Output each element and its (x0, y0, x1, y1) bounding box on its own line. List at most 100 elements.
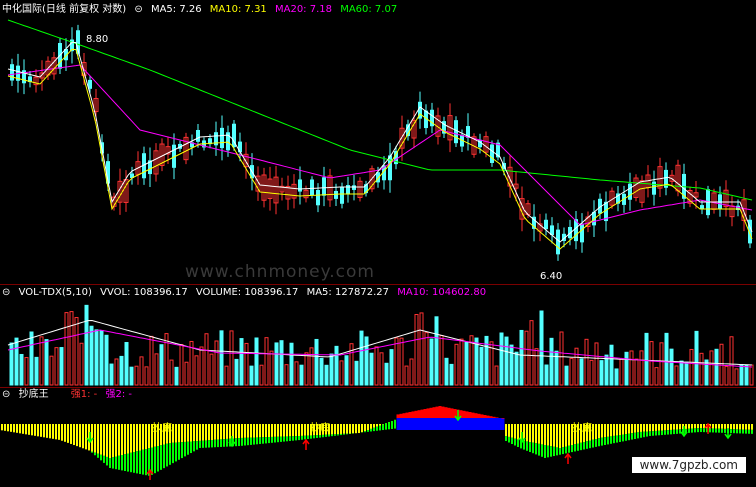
candle-down (196, 129, 200, 142)
candle-down (322, 177, 326, 196)
volume-bar (589, 359, 594, 386)
volume-bar (329, 353, 334, 386)
volume-bar (219, 330, 224, 386)
volume-bar (474, 337, 479, 386)
volume-bar (464, 341, 469, 386)
volume-bar (179, 344, 184, 386)
candle-down (340, 187, 344, 204)
volume-bar (424, 332, 429, 386)
volume-bar (319, 357, 324, 386)
volume-bar (569, 357, 574, 386)
volume-bar (429, 338, 434, 386)
volume-bar (194, 355, 199, 386)
volume-bar (609, 344, 614, 386)
indicator-panel[interactable]: ⊝ 抄底王 强1: - 强2: - 抄底 抄底 抄底 www.7gpzb.com (0, 388, 756, 487)
volume-bar (104, 334, 109, 386)
volume-bar (229, 330, 234, 386)
volume-bar (444, 357, 449, 386)
volume-bar (114, 358, 119, 386)
volume-bar (314, 338, 319, 386)
volume-bar (159, 344, 164, 386)
volume-bar (594, 342, 599, 386)
volume-bar (249, 365, 254, 386)
volume-bar (324, 364, 329, 386)
candle-down (10, 64, 14, 81)
volume-bar (224, 365, 229, 386)
volume-bar (379, 352, 384, 386)
candle-down (544, 219, 548, 230)
volume-bar (414, 314, 419, 386)
volume-bar (719, 343, 724, 386)
volume-bar (99, 330, 104, 386)
price-panel[interactable]: 中化国际(日线 前复权 对数) ⊝ MA5: 7.26 MA10: 7.31 M… (0, 0, 756, 283)
volume-bar (269, 350, 274, 386)
volume-bar (14, 337, 19, 386)
volume-bar (129, 366, 134, 386)
volume-panel[interactable]: ⊝ VOL-TDX(5,10) VVOL: 108396.17 VOLUME: … (0, 285, 756, 387)
volume-bar (79, 342, 84, 386)
volume-bar (309, 347, 314, 386)
low-price-label: 6.40 (540, 271, 563, 282)
volume-bar (374, 346, 379, 386)
watermark: www.chnmoney.com (185, 262, 375, 282)
volume-bar (149, 335, 154, 386)
volume-bar (544, 364, 549, 386)
volume-bar (559, 331, 564, 386)
volume-bar (339, 360, 344, 386)
volume-bar (479, 346, 484, 386)
volume-bar (34, 356, 39, 386)
volume-bar (514, 351, 519, 386)
volume-bar (199, 346, 204, 386)
volume-bar (454, 343, 459, 386)
price-chart[interactable] (0, 0, 756, 283)
volume-bar (209, 353, 214, 386)
volume-bar (604, 354, 609, 386)
volume-bar (649, 341, 654, 386)
volume-bar (654, 367, 659, 386)
volume-bar (274, 342, 279, 386)
volume-bar (54, 347, 59, 386)
volume-bar (94, 329, 99, 386)
volume-bar (724, 365, 729, 386)
volume-bar (169, 359, 174, 386)
volume-bar (359, 330, 364, 386)
volume-bar (704, 359, 709, 386)
volume-bar (699, 352, 704, 386)
volume-bar (684, 361, 689, 386)
volume-bar (679, 360, 684, 386)
volume-bar (59, 347, 64, 386)
candle-down (454, 120, 458, 144)
volume-chart[interactable] (0, 285, 756, 387)
volume-bar (74, 317, 79, 386)
volume-bar (24, 357, 29, 386)
volume-bar (674, 365, 679, 386)
volume-bar (364, 336, 369, 386)
volume-bar (254, 337, 259, 386)
volume-bar (49, 355, 54, 386)
volume-bar (264, 337, 269, 386)
volume-bar (89, 325, 94, 386)
volume-bar (634, 358, 639, 386)
volume-bar (584, 338, 589, 386)
volume-bar (664, 332, 669, 386)
volume-bar (539, 310, 544, 386)
volume-bar (629, 350, 634, 386)
volume-bar (404, 365, 409, 386)
candle-down (238, 141, 242, 153)
candle-down (580, 223, 584, 243)
volume-bar (504, 336, 509, 386)
volume-bar (729, 336, 734, 386)
volume-bar (599, 360, 604, 386)
volume-bar (109, 363, 114, 386)
volume-bar (659, 342, 664, 386)
volume-bar (549, 337, 554, 386)
volume-bar (579, 358, 584, 386)
volume-bar (234, 358, 239, 386)
volume-bar (439, 335, 444, 386)
volume-bar (409, 358, 414, 386)
volume-bar (134, 365, 139, 386)
volume-bar (519, 329, 524, 386)
volume-bar (619, 358, 624, 386)
volume-bar (419, 312, 424, 386)
volume-bar (389, 349, 394, 386)
